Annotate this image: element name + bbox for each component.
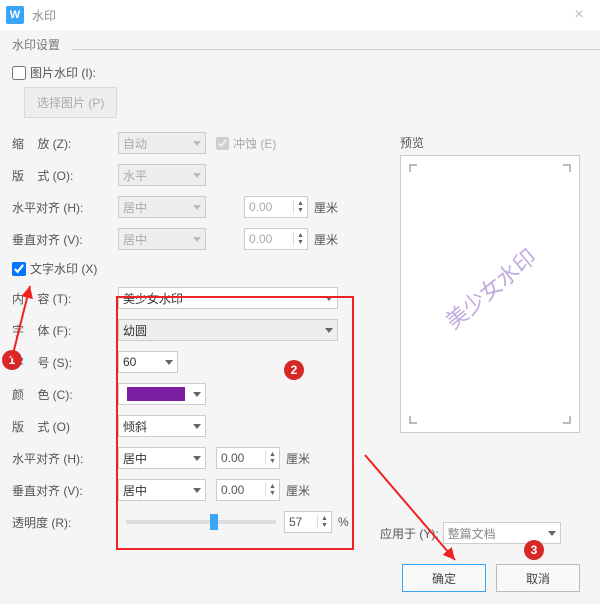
- img-valign-num: 0.00▲▼: [244, 228, 308, 250]
- window-title: 水印: [32, 7, 56, 24]
- img-halign-num: 0.00▲▼: [244, 196, 308, 218]
- apply-label: 应用于 (Y):: [380, 525, 439, 542]
- txt-layout-dropdown[interactable]: 倾斜: [118, 415, 206, 437]
- img-halign-label: 水平对齐 (H):: [12, 199, 118, 216]
- opacity-slider[interactable]: [126, 520, 276, 524]
- txt-halign-num[interactable]: 0.00▲▼: [216, 447, 280, 469]
- preview-canvas: 美少女水印: [400, 155, 580, 433]
- opacity-label: 透明度 (R):: [12, 514, 118, 531]
- ok-button[interactable]: 确定: [402, 564, 486, 592]
- font-label: 字 体 (F):: [12, 322, 118, 339]
- size-label: 字 号 (S):: [12, 354, 118, 371]
- color-dropdown[interactable]: [118, 383, 206, 405]
- apply-row: 应用于 (Y): 整篇文档: [380, 522, 580, 544]
- erode-checkbox: [216, 137, 229, 150]
- image-watermark-checkbox[interactable]: 图片水印 (I):: [12, 64, 588, 81]
- img-halign-unit: 厘米: [314, 199, 338, 216]
- zoom-dropdown: 自动: [118, 132, 206, 154]
- opacity-pct: %: [338, 515, 349, 529]
- text-watermark-check-input[interactable]: [12, 262, 26, 276]
- title-bar: W 水印 ×: [0, 0, 600, 30]
- watermark-sample: 美少女水印: [438, 241, 543, 336]
- group-title: 水印设置: [12, 36, 588, 53]
- dialog-buttons: 确定 取消: [402, 564, 580, 592]
- txt-valign-dropdown[interactable]: 居中: [118, 479, 206, 501]
- crop-mark-bl-icon: [409, 416, 417, 424]
- opacity-num[interactable]: 57▲▼: [284, 511, 332, 533]
- app-logo-icon: W: [6, 6, 24, 24]
- content-dropdown[interactable]: 美少女水印: [118, 287, 338, 309]
- color-swatch: [127, 387, 185, 401]
- color-label: 颜 色 (C):: [12, 386, 118, 403]
- group-rule: [72, 49, 600, 50]
- text-watermark-label: 文字水印 (X): [30, 260, 97, 277]
- close-icon[interactable]: ×: [564, 6, 594, 24]
- image-watermark-check-input[interactable]: [12, 66, 26, 80]
- img-valign-label: 垂直对齐 (V):: [12, 231, 118, 248]
- img-layout-dropdown: 水平: [118, 164, 206, 186]
- font-dropdown[interactable]: 幼圆: [118, 319, 338, 341]
- image-watermark-label: 图片水印 (I):: [30, 64, 96, 81]
- size-dropdown[interactable]: 60: [118, 351, 178, 373]
- img-layout-label: 版 式 (O):: [12, 167, 118, 184]
- pick-image-button: 选择图片 (P): [24, 87, 117, 118]
- img-valign-unit: 厘米: [314, 231, 338, 248]
- erode-label: 冲蚀 (E): [233, 135, 276, 152]
- txt-layout-label: 版 式 (O): [12, 418, 118, 435]
- img-halign-dropdown: 居中: [118, 196, 206, 218]
- crop-mark-tr-icon: [563, 164, 571, 172]
- cancel-button[interactable]: 取消: [496, 564, 580, 592]
- crop-mark-br-icon: [563, 416, 571, 424]
- content-label: 内 容 (T):: [12, 290, 118, 307]
- txt-valign-num[interactable]: 0.00▲▼: [216, 479, 280, 501]
- txt-halign-unit: 厘米: [286, 450, 310, 467]
- zoom-label: 缩 放 (Z):: [12, 135, 118, 152]
- img-valign-dropdown: 居中: [118, 228, 206, 250]
- preview-panel: 预览 美少女水印: [400, 134, 580, 433]
- apply-dropdown[interactable]: 整篇文档: [443, 522, 561, 544]
- txt-halign-label: 水平对齐 (H):: [12, 450, 118, 467]
- crop-mark-tl-icon: [409, 164, 417, 172]
- txt-halign-dropdown[interactable]: 居中: [118, 447, 206, 469]
- txt-valign-unit: 厘米: [286, 482, 310, 499]
- txt-valign-label: 垂直对齐 (V):: [12, 482, 118, 499]
- preview-label: 预览: [400, 134, 580, 151]
